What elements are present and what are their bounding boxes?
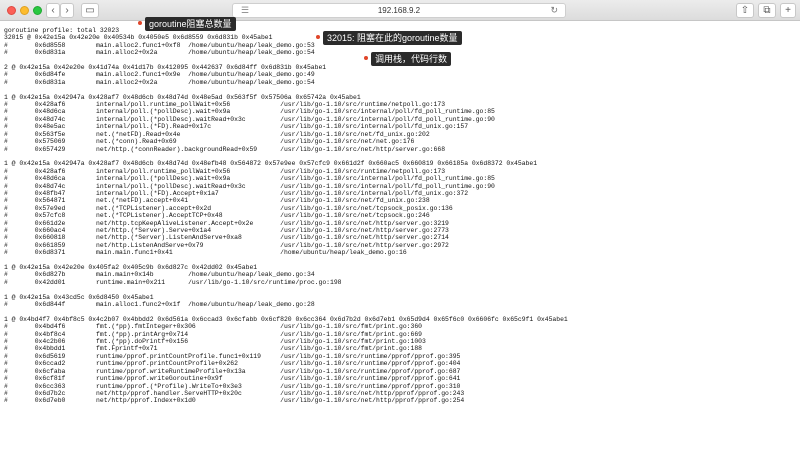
annotation-total: goroutine阻塞总数量 [138,17,236,31]
annotation-stack: 调用栈，代码行数 [363,52,452,66]
close-window-button[interactable] [7,6,16,15]
new-tab-button[interactable]: + [780,3,796,18]
page-menu-icon: ☰ [241,5,250,15]
forward-button[interactable]: › [60,3,74,18]
address-bar[interactable]: ☰ 192.168.9.2 ↻ [232,3,566,18]
browser-toolbar: ‹ › ▭ ☰ 192.168.9.2 ↻ ⇧ ⧉ + [0,0,800,21]
zoom-window-button[interactable] [33,6,42,15]
sidebar-button[interactable]: ▭ [81,3,99,18]
chevron-left-icon: ‹ [51,5,55,16]
share-icon: ⇧ [740,5,750,16]
tabs-overview-button[interactable]: ⧉ [758,3,776,18]
chevron-right-icon: › [65,5,69,16]
annotation-count: 32015: 阻塞在此的goroutine数量 [316,31,462,45]
plus-icon: + [785,5,791,16]
minimize-window-button[interactable] [20,6,29,15]
share-button[interactable]: ⇧ [736,3,754,18]
reload-icon[interactable]: ↻ [550,4,558,17]
back-button[interactable]: ‹ [46,3,60,18]
sidebar-icon: ▭ [85,5,95,16]
address-bar-url: 192.168.9.2 [377,6,421,15]
tabs-icon: ⧉ [763,5,771,16]
goroutine-profile-text: goroutine profile: total 32023 32015 @ 0… [4,27,568,405]
